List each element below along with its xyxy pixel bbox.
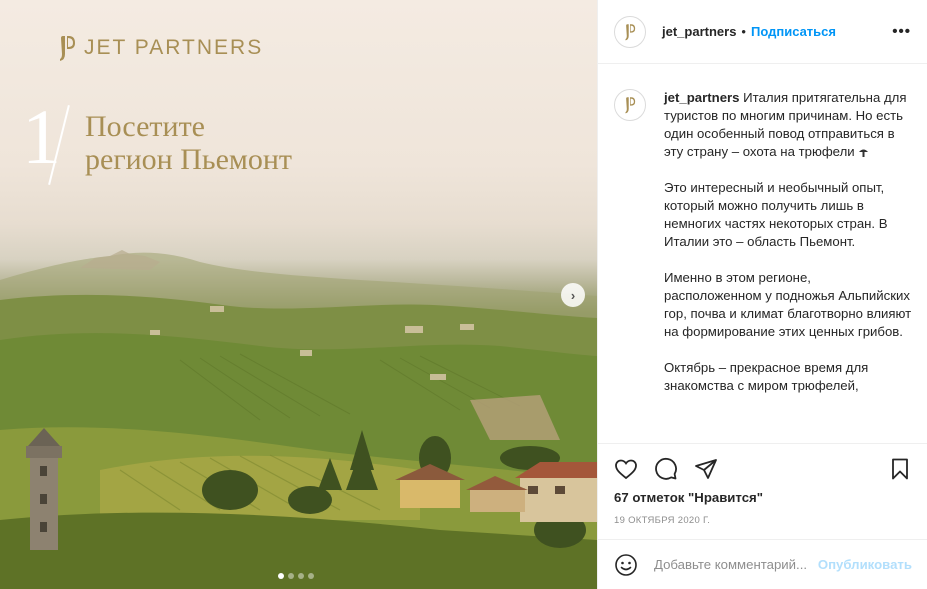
post-image[interactable]: JET PARTNERS 1 Посетите регион Пьемонт › [0, 0, 597, 589]
mushroom-emoji-icon [859, 149, 869, 157]
post-caption: jet_partners Италия притягательна для ту… [598, 65, 927, 443]
headline-line-1: Посетите [85, 110, 205, 143]
comment-form: Добавьте комментарий... Опубликовать [598, 539, 927, 589]
publish-button[interactable]: Опубликовать [818, 557, 912, 572]
carousel-indicator [278, 573, 314, 579]
caption-username[interactable]: jet_partners [664, 90, 740, 105]
avatar[interactable] [614, 15, 646, 48]
comment-icon[interactable] [654, 457, 678, 481]
post-sidebar: jet_partners • Подписаться ••• jet_partn… [597, 0, 927, 589]
carousel-dot [278, 573, 284, 579]
carousel-next-button[interactable]: › [561, 283, 585, 307]
caption-paragraph-4: Октябрь – прекрасное время для знакомств… [664, 360, 869, 393]
carousel-dot [308, 573, 314, 579]
jet-partners-logo-icon [625, 23, 636, 40]
vineyard-landscape [0, 250, 597, 589]
slide-headline: Посетите регион Пьемонт [85, 110, 292, 176]
jet-partners-logo-icon [625, 97, 636, 114]
brand-logo: JET PARTNERS [58, 34, 263, 62]
carousel-dot [288, 573, 294, 579]
carousel-dot [298, 573, 304, 579]
post-header: jet_partners • Подписаться ••• [598, 0, 927, 64]
post-date[interactable]: 19 ОКТЯБРЯ 2020 Г. [598, 515, 927, 526]
post-actions: 67 отметок "Нравится" 19 ОКТЯБРЯ 2020 Г. [598, 443, 927, 526]
chevron-right-icon: › [570, 287, 576, 303]
more-options-icon[interactable]: ••• [892, 23, 911, 40]
heart-icon[interactable] [614, 457, 638, 481]
caption-text: jet_partners Италия притягательна для ту… [664, 89, 912, 443]
emoji-icon[interactable] [614, 553, 638, 577]
caption-paragraph-3: Именно в этом регионе, расположенном у п… [664, 270, 912, 339]
likes-count[interactable]: 67 отметок "Нравится" [598, 490, 927, 505]
header-username[interactable]: jet_partners [662, 24, 736, 39]
jet-partners-logo-icon [60, 36, 75, 61]
brand-name: JET PARTNERS [84, 36, 264, 59]
follow-button[interactable]: Подписаться [751, 24, 836, 39]
caption-paragraph-2: Это интересный и необычный опыт, который… [664, 180, 888, 249]
header-separator: • [741, 24, 746, 39]
avatar[interactable] [614, 89, 646, 121]
comment-input[interactable]: Добавьте комментарий... [654, 557, 812, 572]
action-bar [598, 444, 927, 494]
bookmark-icon[interactable] [888, 457, 912, 481]
share-icon[interactable] [694, 457, 718, 481]
headline-line-2: регион Пьемонт [85, 143, 293, 176]
